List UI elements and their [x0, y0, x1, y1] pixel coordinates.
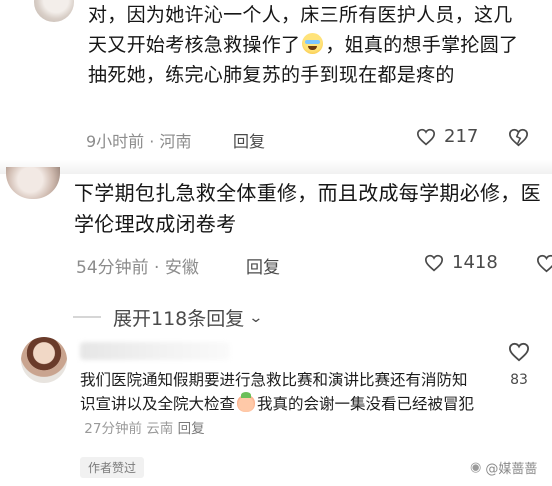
comment-time: 54分钟前 — [76, 258, 149, 278]
comment-text: 对，因为她许沁一个人，床三所有医护人员，这几天又开始考核急救操作了 ，姐真的想手掌… — [88, 0, 528, 90]
heart-icon — [424, 254, 444, 271]
comment-text: 下学期包扎急救全体重修，而且改成每学期必修，医学伦理改成闭卷考 — [74, 181, 541, 236]
peach-face-emoji-icon — [237, 392, 256, 412]
dislike-icon[interactable] — [508, 128, 529, 147]
weibo-logo-icon: ◉ — [470, 460, 482, 475]
comment-time: 9小时前 — [86, 132, 145, 151]
like-button[interactable]: 217 — [416, 126, 478, 147]
reply-button[interactable]: 回复 — [246, 253, 280, 278]
expand-replies-button[interactable]: 展开118条回复 ⌄ — [113, 304, 264, 331]
avatar[interactable] — [21, 337, 67, 383]
comment-meta: 54分钟前 · 安徽 — [76, 258, 199, 278]
heart-icon — [416, 128, 436, 145]
watermark: ◉ @媒蔷蔷 — [470, 458, 537, 477]
avatar[interactable] — [34, 0, 74, 22]
comment-time: 27分钟前 — [84, 421, 142, 437]
like-count: 83 — [510, 372, 528, 388]
like-count: 217 — [444, 126, 479, 147]
comment-location: 河南 — [159, 132, 192, 151]
username-blurred — [80, 342, 230, 360]
expand-divider — [73, 316, 101, 318]
expand-replies-label: 展开118条回复 — [113, 308, 245, 330]
grinning-sweat-emoji-icon — [302, 33, 324, 54]
like-count: 1418 — [452, 252, 498, 273]
comment-location: 安徽 — [164, 258, 199, 278]
like-button[interactable]: 1418 — [424, 252, 498, 273]
author-liked-badge: 作者赞过 — [80, 457, 145, 478]
heart-icon — [508, 342, 530, 362]
comment-meta: 27分钟前 云南 回复 — [80, 421, 205, 437]
comment-thread: 对，因为她许沁一个人，床三所有医护人员，这几天又开始考核急救操作了 ，姐真的想手掌… — [0, 0, 552, 486]
comment-text: 我们医院通知假期要进行急救比赛和演讲比赛还有消防知识宣讲以及全院大检查 我真的会谢… — [80, 368, 480, 441]
watermark-text: @媒蔷蔷 — [485, 462, 538, 477]
chevron-down-icon: ⌄ — [248, 309, 264, 326]
divider — [0, 160, 552, 174]
reply-button[interactable]: 回复 — [233, 128, 265, 152]
comment-meta: 9小时前 · 河南 — [86, 132, 192, 151]
like-button[interactable]: 83 — [504, 342, 534, 388]
avatar[interactable] — [6, 167, 60, 199]
dislike-icon[interactable] — [536, 254, 552, 273]
reply-button[interactable]: 回复 — [178, 421, 205, 437]
comment-location: 云南 — [146, 421, 174, 437]
comment-text-part: 我真的会谢一集没看已经被冒犯 — [257, 395, 475, 413]
